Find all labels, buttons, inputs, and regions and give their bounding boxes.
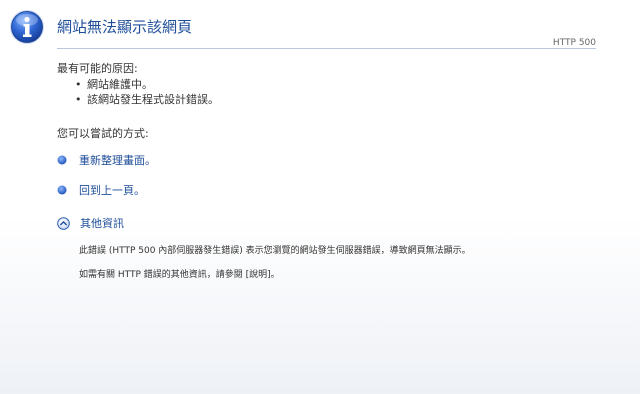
more-info-toggle[interactable]: 其他資訊: [57, 215, 124, 231]
try-heading: 您可以嘗試的方式:: [57, 127, 149, 140]
page-title: 網站無法顯示該網頁: [57, 18, 193, 36]
header-divider: [57, 48, 596, 49]
error-page: 網站無法顯示該網頁 HTTP 500 最有可能的原因: 網站維護中。 該網站發生…: [0, 0, 640, 394]
list-item: 網站維護中。: [72, 77, 219, 92]
info-icon: [10, 10, 44, 44]
back-link[interactable]: 回到上一頁。: [57, 182, 145, 198]
blue-bullet-icon: [57, 155, 67, 165]
error-code: HTTP 500: [552, 38, 596, 48]
refresh-link[interactable]: 重新整理畫面。: [57, 152, 156, 168]
reasons-list: 網站維護中。 該網站發生程式設計錯誤。: [72, 77, 219, 107]
refresh-link-label[interactable]: 重新整理畫面。: [79, 152, 156, 168]
chevron-up-icon: [57, 216, 70, 230]
reasons-heading: 最有可能的原因:: [57, 62, 138, 75]
back-link-label[interactable]: 回到上一頁。: [79, 182, 145, 198]
list-item: 該網站發生程式設計錯誤。: [72, 92, 219, 107]
blue-bullet-icon: [57, 185, 67, 195]
more-info-label[interactable]: 其他資訊: [80, 215, 124, 231]
detail-text: 此錯誤 (HTTP 500 內部伺服器發生錯誤) 表示您瀏覽的網站發生伺服器錯誤…: [79, 246, 471, 256]
detail-text: 如需有關 HTTP 錯誤的其他資訊，請參閱 [說明]。: [79, 270, 280, 280]
